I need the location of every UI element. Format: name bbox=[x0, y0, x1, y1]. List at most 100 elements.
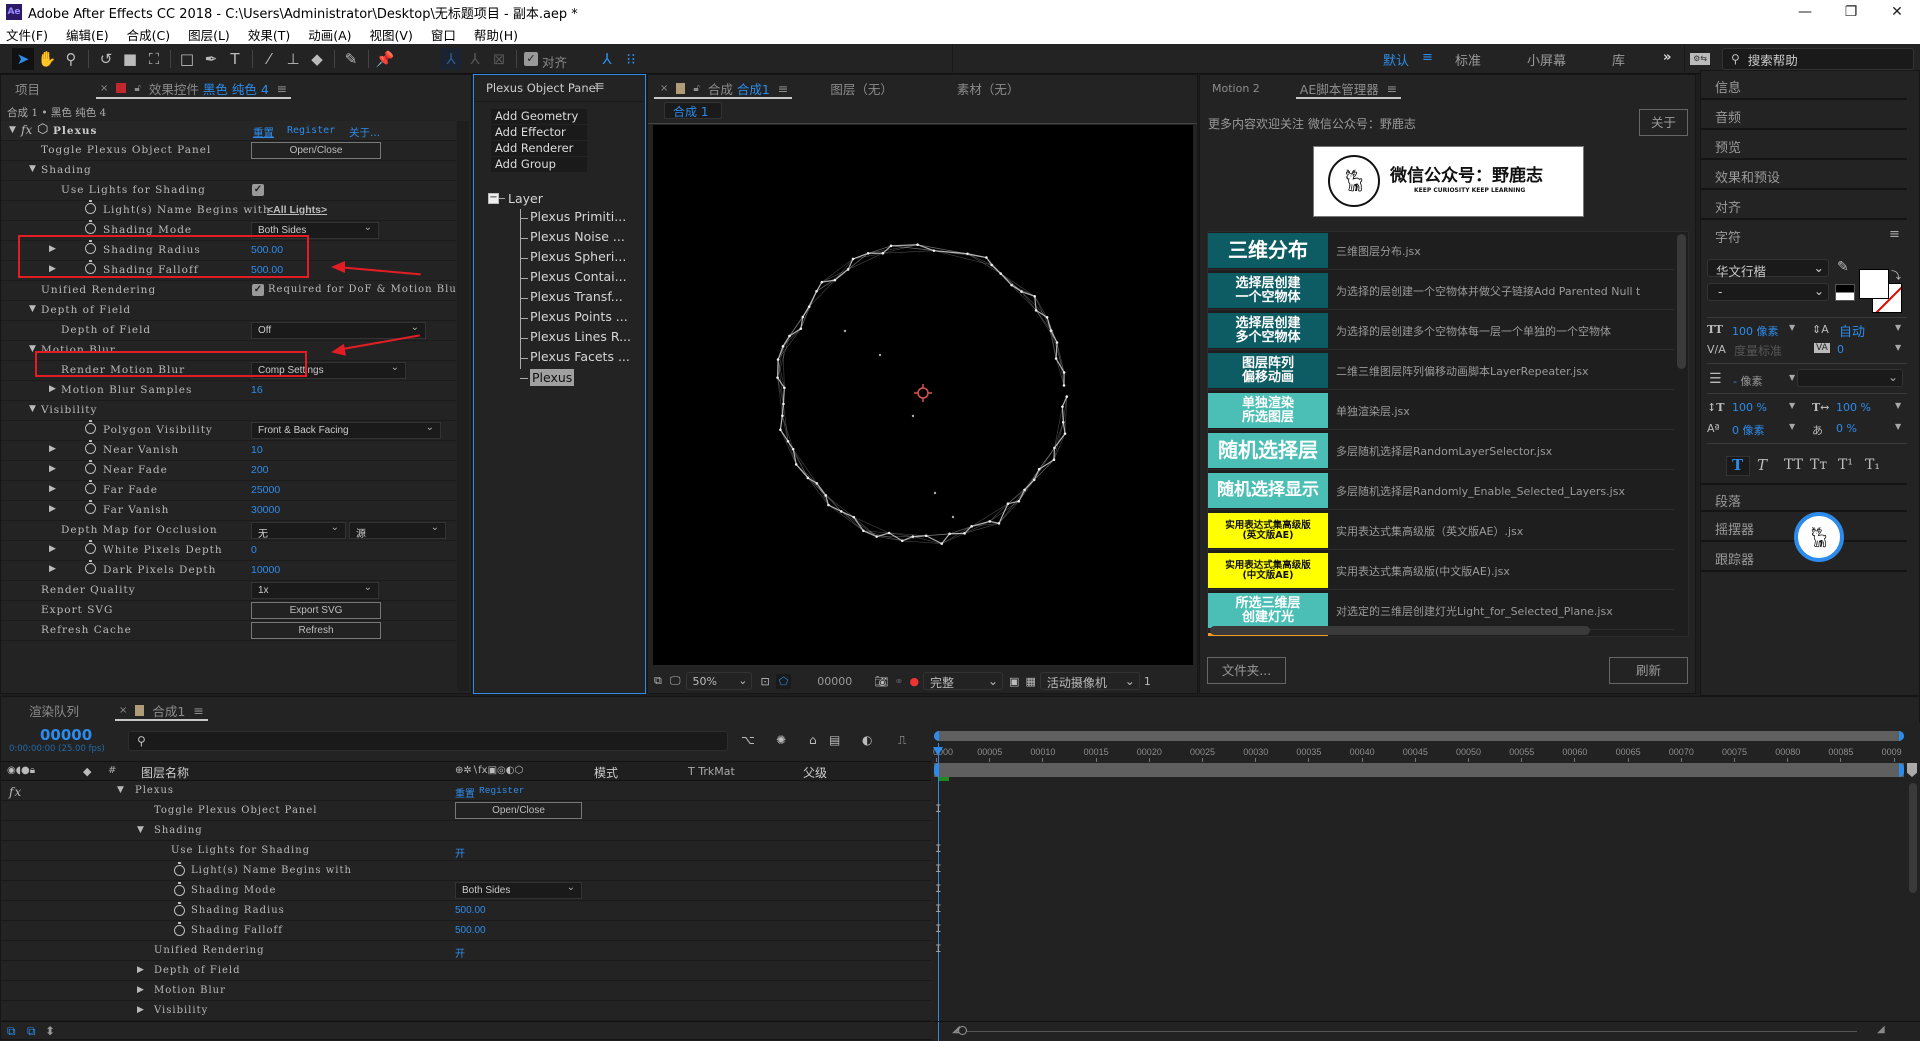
puppet-pin-tool-icon[interactable]: 📌 bbox=[374, 48, 396, 70]
tree-item[interactable]: Plexus Noise ... bbox=[530, 229, 625, 244]
motion-blur-icon[interactable]: ◐ bbox=[862, 733, 872, 747]
always-preview-icon[interactable]: ⧉ bbox=[654, 674, 662, 688]
tree-item[interactable]: Plexus bbox=[530, 369, 574, 386]
add-group-button[interactable]: Add Group bbox=[491, 157, 587, 172]
composition-canvas[interactable] bbox=[653, 125, 1193, 665]
column-layer-name[interactable]: 图层名称 bbox=[141, 764, 189, 781]
stopwatch-icon[interactable] bbox=[85, 483, 96, 494]
dropdown-arrow-icon[interactable]: ▼ bbox=[1895, 422, 1901, 431]
folder-button[interactable]: 文件夹... bbox=[1207, 657, 1286, 684]
register-link[interactable]: Register bbox=[479, 785, 525, 796]
add-effector-button[interactable]: Add Effector bbox=[491, 125, 587, 140]
timeline-scrollbar[interactable] bbox=[1909, 783, 1917, 893]
tab-motion2[interactable]: Motion 2 bbox=[1200, 75, 1270, 101]
tab-footage[interactable]: 素材（无） bbox=[947, 75, 1030, 101]
font-size-value[interactable]: 100 像素 bbox=[1732, 323, 1779, 339]
tab-ae-script-manager[interactable]: AE脚本管理器≡ bbox=[1290, 75, 1407, 101]
menu-effect[interactable]: 效果(T) bbox=[248, 25, 290, 44]
camera-tool-icon[interactable]: ■ bbox=[119, 48, 141, 70]
work-area-bar[interactable] bbox=[934, 763, 1904, 777]
workspace-menu-icon[interactable]: ≡ bbox=[1422, 50, 1433, 65]
zoom-tool-icon[interactable]: ⚲ bbox=[60, 48, 82, 70]
keyframe-navigator-icon[interactable]: I bbox=[935, 844, 945, 856]
world-axis-icon[interactable]: ⅄ bbox=[464, 48, 486, 70]
close-tab-icon[interactable]: × bbox=[119, 705, 127, 716]
tree-item[interactable]: Plexus Facets ... bbox=[530, 349, 630, 364]
zoom-dropdown[interactable]: 50%⌄ bbox=[686, 672, 752, 690]
script-list-hscrollbar[interactable] bbox=[1210, 626, 1590, 635]
tree-item[interactable]: Plexus Lines R... bbox=[530, 329, 631, 344]
dropdown-arrow-icon[interactable]: ▼ bbox=[1895, 323, 1901, 332]
menu-help[interactable]: 帮助(H) bbox=[474, 25, 518, 44]
twirl-open-icon[interactable]: ▼ bbox=[137, 825, 144, 835]
script-icon-button[interactable]: 所选三维层创建灯光 bbox=[1208, 593, 1328, 628]
script-icon-button[interactable]: 选择层创建一个空物体 bbox=[1208, 273, 1328, 308]
tab-composition[interactable]: × 🔓︎ 合成 合成1 ≡ bbox=[648, 75, 798, 101]
twirl-closed-icon[interactable]: ▶ bbox=[137, 1005, 144, 1015]
dropdown-arrow-icon[interactable]: ▼ bbox=[1789, 323, 1795, 332]
twirl-open-icon[interactable]: ▼ bbox=[29, 304, 36, 314]
region-interest-icon[interactable]: ⊡ bbox=[760, 675, 769, 688]
twirl-closed-icon[interactable]: ▶ bbox=[49, 564, 56, 574]
time-ruler[interactable]: 0000000050001000015000200002500030000350… bbox=[932, 743, 1920, 761]
property-value[interactable]: 500.00 bbox=[455, 925, 486, 936]
panel-paragraph[interactable]: 段落 bbox=[1701, 483, 1907, 512]
property-dropdown[interactable]: 无 bbox=[251, 522, 346, 539]
subscript-button[interactable]: T₁ bbox=[1865, 457, 1880, 473]
restore-icon[interactable]: ❐ bbox=[1828, 0, 1874, 24]
comp-marker-bin-icon[interactable] bbox=[1907, 763, 1917, 777]
tree-item[interactable]: Plexus Contai... bbox=[530, 269, 627, 284]
help-search-input[interactable]: ⚲ 搜索帮助 bbox=[1722, 48, 1914, 70]
tab-render-queue[interactable]: 渲染队列 bbox=[1, 697, 89, 723]
script-item[interactable]: 所选三维层创建灯光对选定的三维层创建灯光Light_for_Selected_P… bbox=[1208, 592, 1674, 630]
menu-file[interactable]: 文件(F) bbox=[6, 25, 48, 44]
rotate-tool-icon[interactable]: ↺ bbox=[95, 48, 117, 70]
timeline-search-input[interactable]: ⚲ bbox=[128, 731, 728, 751]
script-list-scrollbar[interactable] bbox=[1677, 234, 1686, 369]
frame-blending-icon[interactable]: ▤ bbox=[829, 733, 840, 747]
views-count[interactable]: 1 bbox=[1144, 675, 1151, 688]
panel-menu-icon[interactable]: ≡ bbox=[1387, 81, 1397, 96]
panel-menu-icon[interactable]: ≡ bbox=[594, 79, 605, 94]
effect-scrollbar[interactable] bbox=[457, 121, 469, 691]
property-value[interactable]: 200 bbox=[251, 464, 269, 476]
twirl-closed-icon[interactable]: ▶ bbox=[49, 444, 56, 454]
script-icon-button[interactable]: 选择层创建多个空物体 bbox=[1208, 313, 1328, 348]
column-mode[interactable]: 模式 bbox=[594, 764, 618, 781]
sync-settings-icon[interactable]: ⚙⇆ bbox=[1690, 53, 1710, 65]
snap-features-icon[interactable]: ⁝⁝ bbox=[620, 48, 642, 70]
stopwatch-icon[interactable] bbox=[85, 203, 96, 214]
transfer-controls-toggle-icon[interactable]: ⧉ bbox=[27, 1024, 36, 1039]
property-checkbox[interactable]: ✓ bbox=[252, 184, 264, 196]
about-link[interactable]: 关于... bbox=[349, 125, 380, 140]
anchor-point-icon[interactable] bbox=[914, 384, 932, 402]
panel-preview[interactable]: 预览 bbox=[1701, 131, 1907, 160]
stopwatch-icon[interactable] bbox=[85, 503, 96, 514]
lock-icon[interactable]: 🔓︎ bbox=[693, 83, 699, 94]
tree-item[interactable]: Plexus Spheri... bbox=[530, 249, 626, 264]
brush-tool-icon[interactable]: ⁄ bbox=[258, 48, 280, 70]
in-out-toggle-icon[interactable]: ⬍ bbox=[45, 1024, 55, 1038]
property-dropdown[interactable]: 源 bbox=[349, 522, 446, 539]
script-item[interactable]: 图层阵列偏移动画二维三维图层阵列偏移动画脚本LayerRepeater.jsx bbox=[1208, 352, 1674, 390]
snap-edges-icon[interactable]: ⅄ bbox=[596, 48, 618, 70]
transparency-icon[interactable]: ▦ bbox=[1025, 675, 1035, 688]
wechat-banner[interactable]: 🦌︎ 微信公众号：野鹿志 KEEP CURIOSITY KEEP LEARNIN… bbox=[1313, 146, 1584, 217]
time-navigator[interactable] bbox=[934, 731, 1904, 741]
type-tool-icon[interactable]: T bbox=[224, 48, 246, 70]
timeline-timecode[interactable]: 00000 bbox=[40, 726, 92, 744]
column-parent[interactable]: 父级 bbox=[803, 764, 827, 781]
faux-bold-button[interactable]: T bbox=[1732, 456, 1743, 474]
property-value[interactable]: 开 bbox=[455, 845, 465, 860]
zoom-slider[interactable]: ◢ ◢ bbox=[932, 1021, 1920, 1041]
script-item[interactable]: 选择层创建一个空物体为选择的层创建一个空物体并做父子链接Add Parented… bbox=[1208, 272, 1674, 310]
zoom-slider-handle[interactable] bbox=[958, 1026, 967, 1035]
keyframe-navigator-icon[interactable]: I bbox=[935, 904, 945, 916]
script-icon-button[interactable]: 实用表达式集高级版(中文版AE) bbox=[1208, 553, 1328, 588]
property-value[interactable]: 500.00 bbox=[455, 905, 486, 916]
stopwatch-icon[interactable] bbox=[174, 885, 185, 896]
twirl-closed-icon[interactable]: ▶ bbox=[137, 965, 144, 975]
tree-item[interactable]: Plexus Transf... bbox=[530, 289, 623, 304]
menu-animation[interactable]: 动画(A) bbox=[308, 25, 351, 44]
dropdown-arrow-icon[interactable]: ▼ bbox=[1789, 422, 1795, 431]
